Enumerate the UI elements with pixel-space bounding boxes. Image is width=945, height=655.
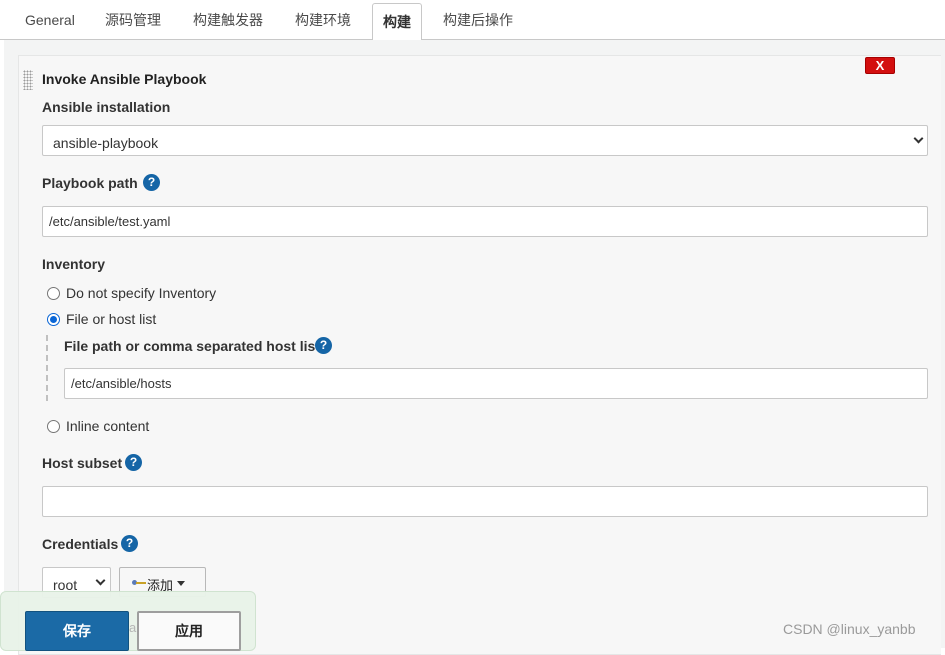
- playbook-path-input[interactable]: [42, 206, 928, 237]
- save-button[interactable]: 保存: [25, 611, 129, 651]
- tab-build-triggers[interactable]: 构建触发器: [193, 0, 263, 40]
- radio-file-or-host-list[interactable]: File or host list: [47, 310, 187, 328]
- radio-no-inventory[interactable]: Do not specify Inventory: [47, 284, 247, 302]
- host-subset-input[interactable]: [42, 486, 928, 517]
- inventory-label: Inventory: [42, 256, 106, 272]
- chevron-down-icon: [913, 133, 924, 144]
- ansible-installation-label: Ansible installation: [42, 99, 171, 115]
- credentials-label: Credentials: [42, 536, 119, 552]
- file-path-label: File path or comma separated host list: [64, 338, 320, 354]
- radio-label: File or host list: [66, 311, 157, 327]
- chevron-down-icon: [95, 575, 106, 586]
- nested-divider: [46, 335, 48, 401]
- radio-button[interactable]: [47, 287, 60, 300]
- tab-build[interactable]: 构建: [372, 3, 422, 41]
- apply-button[interactable]: 应用: [137, 611, 241, 651]
- delete-step-button[interactable]: X: [865, 57, 895, 74]
- key-icon: [132, 580, 146, 585]
- ansible-installation-value: ansible-playbook: [53, 135, 159, 151]
- tab-bar: General 源码管理 构建触发器 构建环境 构建 构建后操作: [0, 0, 945, 41]
- tab-general[interactable]: General: [25, 0, 75, 40]
- tab-build-environment[interactable]: 构建环境: [295, 0, 351, 40]
- help-icon[interactable]: ?: [315, 337, 332, 354]
- radio-label: Inline content: [66, 418, 150, 434]
- help-icon[interactable]: ?: [121, 535, 138, 552]
- drag-handle-icon[interactable]: [23, 70, 33, 90]
- step-title: Invoke Ansible Playbook: [42, 71, 207, 87]
- playbook-path-label: Playbook path: [42, 175, 138, 191]
- tab-source-control[interactable]: 源码管理: [105, 0, 161, 40]
- radio-label: Do not specify Inventory: [66, 285, 217, 301]
- radio-button[interactable]: [47, 420, 60, 433]
- radio-inline-content[interactable]: Inline content: [47, 417, 187, 435]
- help-icon[interactable]: ?: [143, 174, 160, 191]
- help-icon[interactable]: ?: [125, 454, 142, 471]
- tab-post-build-actions[interactable]: 构建后操作: [443, 0, 513, 40]
- radio-button-checked[interactable]: [47, 313, 60, 326]
- ansible-installation-select[interactable]: ansible-playbook: [42, 125, 928, 156]
- host-subset-label: Host subset: [42, 455, 123, 471]
- host-list-input[interactable]: [64, 368, 928, 399]
- caret-down-icon: [177, 581, 185, 586]
- obscured-text: a: [129, 620, 137, 635]
- watermark: CSDN @linux_yanbb: [783, 621, 916, 637]
